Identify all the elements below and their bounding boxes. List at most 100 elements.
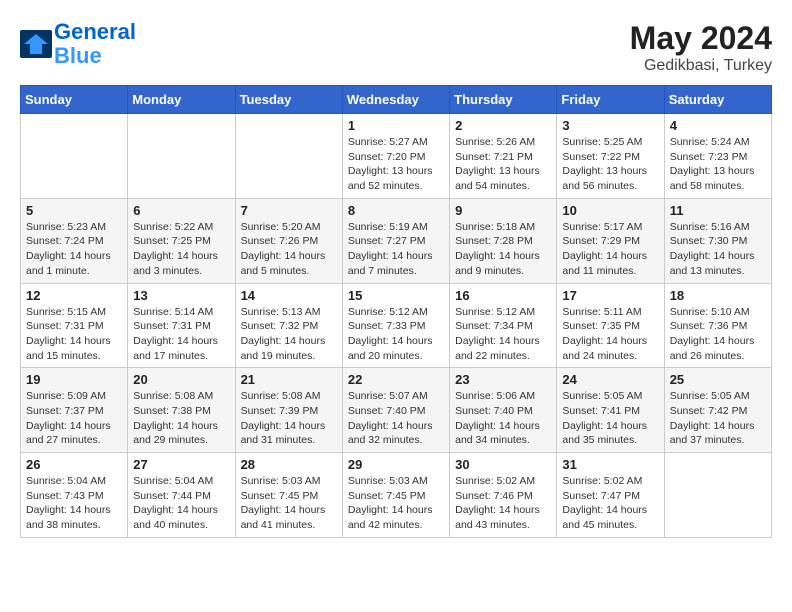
weekday-header-friday: Friday bbox=[557, 86, 664, 114]
weekday-header-saturday: Saturday bbox=[664, 86, 771, 114]
calendar-cell: 1 Sunrise: 5:27 AMSunset: 7:20 PMDaylight… bbox=[342, 114, 449, 199]
calendar-cell: 22Sunrise: 5:07 AMSunset: 7:40 PMDayligh… bbox=[342, 368, 449, 453]
day-number: 13 bbox=[133, 288, 229, 303]
calendar-cell: 18 Sunrise: 5:10 AMSunset: 7:36 PMDayligh… bbox=[664, 283, 771, 368]
calendar-cell: 21 Sunrise: 5:08 AMSunset: 7:39 PMDayligh… bbox=[235, 368, 342, 453]
day-number: 31 bbox=[562, 457, 658, 472]
calendar-table: SundayMondayTuesdayWednesdayThursdayFrid… bbox=[20, 85, 772, 538]
day-number: 28 bbox=[241, 457, 337, 472]
day-info: Sunrise: 5:12 AMSunset: 7:33 PMDaylight:… bbox=[348, 305, 444, 364]
calendar-cell: 6 Sunrise: 5:22 AMSunset: 7:25 PMDaylight… bbox=[128, 198, 235, 283]
day-info: Sunrise: 5:14 AMSunset: 7:31 PMDaylight:… bbox=[133, 305, 229, 364]
day-number: 15 bbox=[348, 288, 444, 303]
day-info: Sunrise: 5:19 AMSunset: 7:27 PMDaylight:… bbox=[348, 220, 444, 279]
day-number: 16 bbox=[455, 288, 551, 303]
day-number: 27 bbox=[133, 457, 229, 472]
weekday-header-tuesday: Tuesday bbox=[235, 86, 342, 114]
calendar-cell: 30Sunrise: 5:02 AMSunset: 7:46 PMDayligh… bbox=[450, 453, 557, 538]
logo-text: GeneralBlue bbox=[54, 20, 136, 68]
day-number: 5 bbox=[26, 203, 122, 218]
calendar-week-3: 19Sunrise: 5:09 AMSunset: 7:37 PMDayligh… bbox=[21, 368, 772, 453]
day-info: Sunrise: 5:04 AMSunset: 7:44 PMDaylight:… bbox=[133, 474, 229, 533]
calendar-cell: 24 Sunrise: 5:05 AMSunset: 7:41 PMDayligh… bbox=[557, 368, 664, 453]
day-number: 17 bbox=[562, 288, 658, 303]
day-info: Sunrise: 5:02 AMSunset: 7:46 PMDaylight:… bbox=[455, 474, 551, 533]
calendar-cell: 16Sunrise: 5:12 AMSunset: 7:34 PMDayligh… bbox=[450, 283, 557, 368]
day-number: 6 bbox=[133, 203, 229, 218]
calendar-cell bbox=[664, 453, 771, 538]
day-number: 23 bbox=[455, 372, 551, 387]
day-info: Sunrise: 5:18 AMSunset: 7:28 PMDaylight:… bbox=[455, 220, 551, 279]
day-info: Sunrise: 5:15 AMSunset: 7:31 PMDaylight:… bbox=[26, 305, 122, 364]
day-number: 10 bbox=[562, 203, 658, 218]
calendar-cell: 29Sunrise: 5:03 AMSunset: 7:45 PMDayligh… bbox=[342, 453, 449, 538]
calendar-cell: 31 Sunrise: 5:02 AMSunset: 7:47 PMDayligh… bbox=[557, 453, 664, 538]
weekday-header-thursday: Thursday bbox=[450, 86, 557, 114]
calendar-cell: 28 Sunrise: 5:03 AMSunset: 7:45 PMDayligh… bbox=[235, 453, 342, 538]
day-number: 14 bbox=[241, 288, 337, 303]
weekday-header-monday: Monday bbox=[128, 86, 235, 114]
day-info: Sunrise: 5:08 AMSunset: 7:38 PMDaylight:… bbox=[133, 389, 229, 448]
calendar-cell: 27 Sunrise: 5:04 AMSunset: 7:44 PMDayligh… bbox=[128, 453, 235, 538]
weekday-header-row: SundayMondayTuesdayWednesdayThursdayFrid… bbox=[21, 86, 772, 114]
day-number: 29 bbox=[348, 457, 444, 472]
calendar-cell: 4 Sunrise: 5:24 AMSunset: 7:23 PMDaylight… bbox=[664, 114, 771, 199]
day-info: Sunrise: 5:05 AMSunset: 7:42 PMDaylight:… bbox=[670, 389, 766, 448]
day-info: Sunrise: 5:20 AMSunset: 7:26 PMDaylight:… bbox=[241, 220, 337, 279]
day-number: 3 bbox=[562, 118, 658, 133]
day-number: 9 bbox=[455, 203, 551, 218]
calendar-cell: 10 Sunrise: 5:17 AMSunset: 7:29 PMDayligh… bbox=[557, 198, 664, 283]
day-info: Sunrise: 5:17 AMSunset: 7:29 PMDaylight:… bbox=[562, 220, 658, 279]
calendar-week-0: 1 Sunrise: 5:27 AMSunset: 7:20 PMDaylight… bbox=[21, 114, 772, 199]
weekday-header-wednesday: Wednesday bbox=[342, 86, 449, 114]
day-number: 7 bbox=[241, 203, 337, 218]
day-info: Sunrise: 5:05 AMSunset: 7:41 PMDaylight:… bbox=[562, 389, 658, 448]
day-info: Sunrise: 5:02 AMSunset: 7:47 PMDaylight:… bbox=[562, 474, 658, 533]
day-info: Sunrise: 5:08 AMSunset: 7:39 PMDaylight:… bbox=[241, 389, 337, 448]
day-number: 24 bbox=[562, 372, 658, 387]
day-info: Sunrise: 5:25 AMSunset: 7:22 PMDaylight:… bbox=[562, 135, 658, 194]
day-number: 21 bbox=[241, 372, 337, 387]
month-title: May 2024 bbox=[630, 20, 772, 57]
calendar-cell: 17 Sunrise: 5:11 AMSunset: 7:35 PMDayligh… bbox=[557, 283, 664, 368]
day-info: Sunrise: 5:27 AMSunset: 7:20 PMDaylight:… bbox=[348, 135, 444, 194]
calendar-cell: 26Sunrise: 5:04 AMSunset: 7:43 PMDayligh… bbox=[21, 453, 128, 538]
day-info: Sunrise: 5:24 AMSunset: 7:23 PMDaylight:… bbox=[670, 135, 766, 194]
day-number: 18 bbox=[670, 288, 766, 303]
day-number: 12 bbox=[26, 288, 122, 303]
calendar-week-2: 12 Sunrise: 5:15 AMSunset: 7:31 PMDayligh… bbox=[21, 283, 772, 368]
calendar-week-1: 5 Sunrise: 5:23 AMSunset: 7:24 PMDaylight… bbox=[21, 198, 772, 283]
day-info: Sunrise: 5:22 AMSunset: 7:25 PMDaylight:… bbox=[133, 220, 229, 279]
day-info: Sunrise: 5:16 AMSunset: 7:30 PMDaylight:… bbox=[670, 220, 766, 279]
day-info: Sunrise: 5:10 AMSunset: 7:36 PMDaylight:… bbox=[670, 305, 766, 364]
day-number: 25 bbox=[670, 372, 766, 387]
calendar-cell: 25 Sunrise: 5:05 AMSunset: 7:42 PMDayligh… bbox=[664, 368, 771, 453]
weekday-header-sunday: Sunday bbox=[21, 86, 128, 114]
calendar-cell bbox=[128, 114, 235, 199]
calendar-cell: 2 Sunrise: 5:26 AMSunset: 7:21 PMDaylight… bbox=[450, 114, 557, 199]
calendar-cell: 15 Sunrise: 5:12 AMSunset: 7:33 PMDayligh… bbox=[342, 283, 449, 368]
day-info: Sunrise: 5:26 AMSunset: 7:21 PMDaylight:… bbox=[455, 135, 551, 194]
day-number: 4 bbox=[670, 118, 766, 133]
title-area: May 2024 Gedikbasi, Turkey bbox=[630, 20, 772, 75]
calendar-cell: 14Sunrise: 5:13 AMSunset: 7:32 PMDayligh… bbox=[235, 283, 342, 368]
day-number: 1 bbox=[348, 118, 444, 133]
day-number: 11 bbox=[670, 203, 766, 218]
calendar-cell: 12 Sunrise: 5:15 AMSunset: 7:31 PMDayligh… bbox=[21, 283, 128, 368]
day-number: 26 bbox=[26, 457, 122, 472]
day-info: Sunrise: 5:23 AMSunset: 7:24 PMDaylight:… bbox=[26, 220, 122, 279]
calendar-body: 1 Sunrise: 5:27 AMSunset: 7:20 PMDaylight… bbox=[21, 114, 772, 538]
day-info: Sunrise: 5:03 AMSunset: 7:45 PMDaylight:… bbox=[241, 474, 337, 533]
day-info: Sunrise: 5:07 AMSunset: 7:40 PMDaylight:… bbox=[348, 389, 444, 448]
calendar-cell: 3 Sunrise: 5:25 AMSunset: 7:22 PMDaylight… bbox=[557, 114, 664, 199]
calendar-cell: 11 Sunrise: 5:16 AMSunset: 7:30 PMDayligh… bbox=[664, 198, 771, 283]
logo: GeneralBlue bbox=[20, 20, 136, 68]
day-number: 20 bbox=[133, 372, 229, 387]
calendar-cell bbox=[21, 114, 128, 199]
day-number: 2 bbox=[455, 118, 551, 133]
calendar-cell: 7 Sunrise: 5:20 AMSunset: 7:26 PMDaylight… bbox=[235, 198, 342, 283]
day-info: Sunrise: 5:06 AMSunset: 7:40 PMDaylight:… bbox=[455, 389, 551, 448]
day-info: Sunrise: 5:11 AMSunset: 7:35 PMDaylight:… bbox=[562, 305, 658, 364]
calendar-cell: 20 Sunrise: 5:08 AMSunset: 7:38 PMDayligh… bbox=[128, 368, 235, 453]
day-info: Sunrise: 5:09 AMSunset: 7:37 PMDaylight:… bbox=[26, 389, 122, 448]
